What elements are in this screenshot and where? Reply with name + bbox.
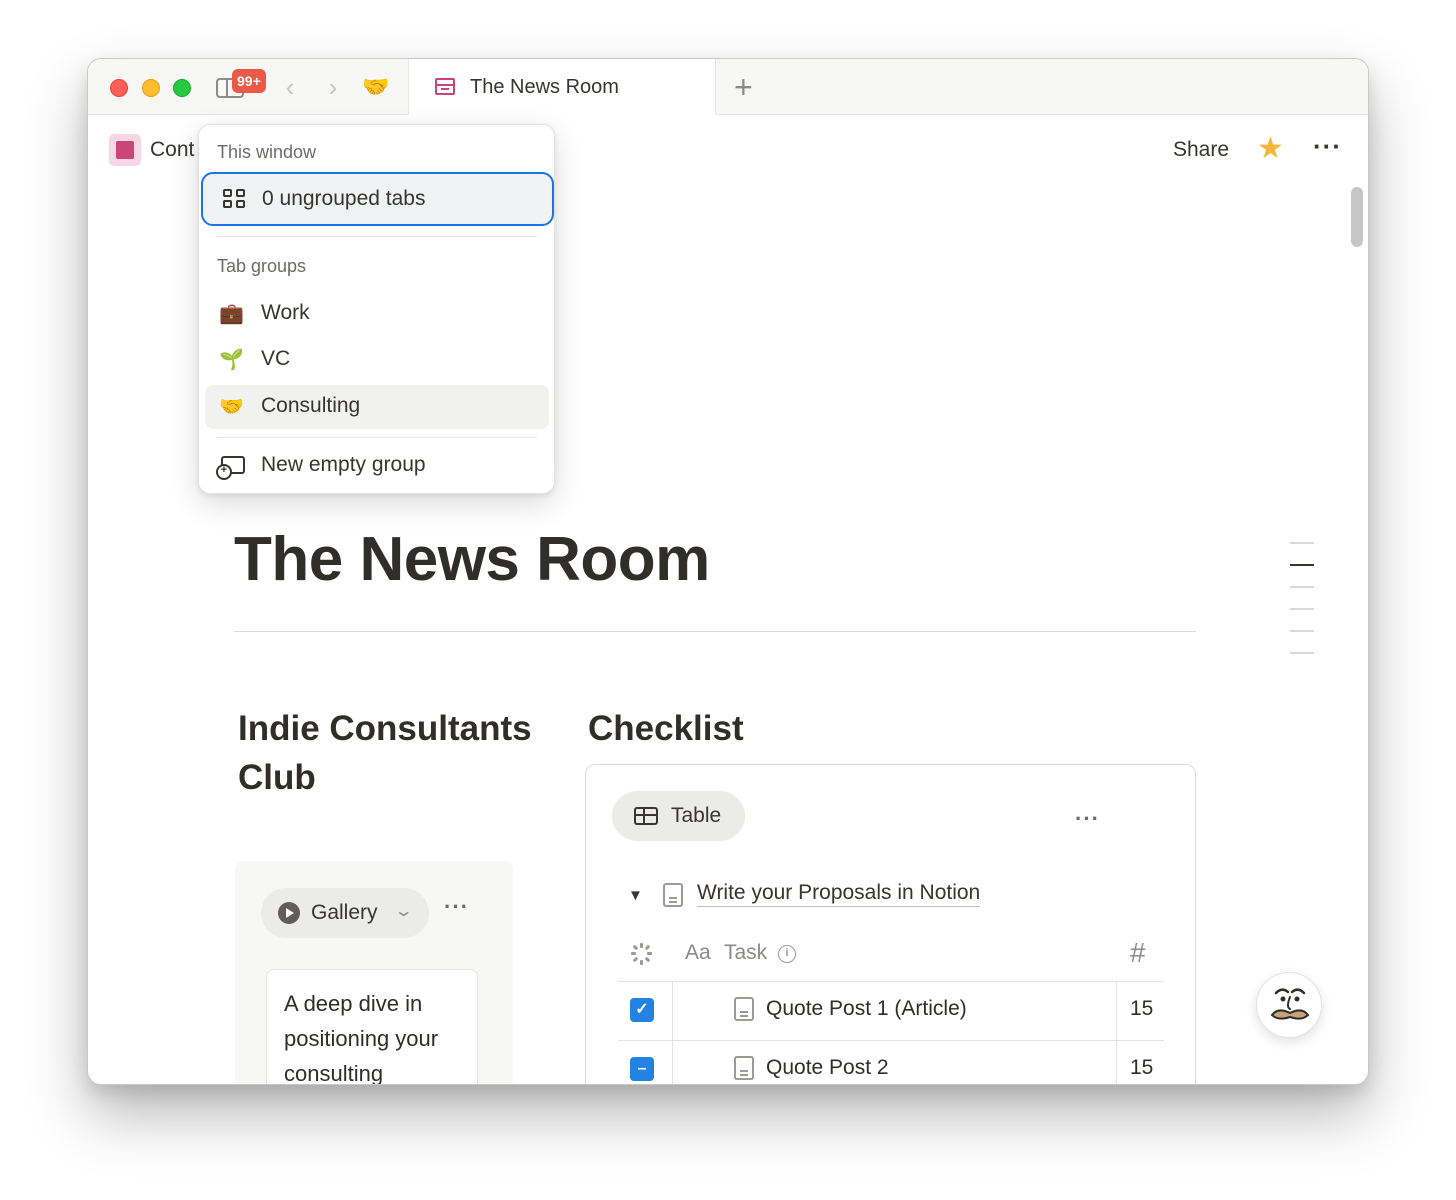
new-tab-plus-icon[interactable]: + [734, 71, 753, 103]
toc-line-active [1290, 564, 1314, 566]
checklist-database: Table ··· ▼ Write your Proposals in Noti… [585, 764, 1196, 1084]
tab-group-label: Consulting [261, 394, 361, 417]
indie-consultants-heading[interactable]: Indie Consultants Club [238, 704, 538, 802]
collapse-caret-icon[interactable]: ▼ [628, 887, 643, 904]
tab-groups-heading: Tab groups [217, 256, 307, 276]
toc-line [1290, 608, 1314, 610]
page-favicon-icon [435, 78, 455, 95]
favorite-star-icon[interactable]: ★ [1257, 131, 1284, 167]
tab-bar: 99+ ‹ › 🤝 The News Room + [88, 59, 1368, 115]
gallery-database: Gallery ⌄ ··· A deep dive in positioning… [235, 861, 513, 1085]
mustache-face-icon [1270, 988, 1310, 1020]
ungrouped-tabs-label: 0 ungrouped tabs [262, 187, 426, 210]
toc-line [1290, 652, 1314, 654]
forward-arrow-icon[interactable]: › [323, 73, 343, 101]
divider [618, 981, 1164, 982]
tab-groups-menu: This window 0 ungrouped tabs Tab groups … [198, 124, 555, 494]
group-title-link[interactable]: Write your Proposals in Notion [697, 881, 981, 907]
page-title[interactable]: The News Room [234, 524, 710, 595]
zoom-window-button[interactable] [173, 79, 191, 97]
help-avatar-button[interactable] [1256, 972, 1322, 1038]
checklist-heading[interactable]: Checklist [588, 704, 744, 753]
document-icon [734, 1056, 754, 1080]
row-checkbox-indeterminate[interactable]: – [630, 1057, 654, 1081]
back-arrow-icon[interactable]: ‹ [280, 73, 300, 101]
new-group-icon [216, 456, 245, 480]
grid-icon [223, 189, 247, 209]
table-row-title[interactable]: Quote Post 1 (Article) [766, 997, 967, 1021]
tab-the-news-room[interactable]: The News Room [408, 59, 716, 115]
tab-group-label: VC [261, 347, 291, 370]
table-view-icon [634, 807, 658, 825]
tab-count-badge: 99+ [232, 69, 266, 93]
scrollbar-thumb[interactable] [1351, 187, 1363, 247]
checklist-more-options-icon[interactable]: ··· [1075, 808, 1100, 830]
page-icon[interactable] [109, 134, 141, 166]
this-window-heading: This window [217, 142, 317, 162]
number-column-header[interactable]: # [1130, 937, 1146, 969]
tab-group-consulting-icon[interactable]: 🤝 [362, 74, 389, 100]
gallery-card-title: A deep dive in positioning your consulti… [284, 991, 439, 1085]
column-divider [672, 982, 673, 1084]
browser-window: 99+ ‹ › 🤝 The News Room + Cont Share ★ ·… [87, 58, 1369, 1085]
text-property-icon: Aa [685, 941, 711, 964]
new-empty-group-item[interactable]: New empty group [205, 444, 549, 488]
toc-line [1290, 586, 1314, 588]
info-icon[interactable]: i [778, 945, 796, 963]
status-loading-icon [631, 943, 653, 965]
table-row-number[interactable]: 15 [1130, 1056, 1153, 1080]
tab-group-vc[interactable]: 🌱 VC [205, 338, 549, 382]
ungrouped-tabs-item[interactable]: 0 ungrouped tabs [201, 172, 554, 226]
more-options-icon[interactable]: ··· [1313, 131, 1342, 161]
new-empty-group-label: New empty group [261, 453, 426, 476]
breadcrumb[interactable]: Cont [150, 138, 194, 162]
minimize-window-button[interactable] [142, 79, 160, 97]
share-button[interactable]: Share [1173, 138, 1229, 162]
tab-group-work[interactable]: 💼 Work [205, 292, 549, 336]
divider [618, 1040, 1164, 1041]
tab-group-label: Work [261, 301, 310, 324]
row-checkbox-checked[interactable]: ✓ [630, 998, 654, 1022]
tab-title: The News Room [470, 76, 619, 98]
gallery-card[interactable]: A deep dive in positioning your consulti… [266, 969, 478, 1085]
chevron-down-icon: ⌄ [393, 903, 414, 920]
gallery-view-label: Gallery [311, 901, 378, 924]
gallery-more-options-icon[interactable]: ··· [444, 896, 469, 918]
document-icon [734, 997, 754, 1021]
toc-line [1290, 542, 1314, 544]
menu-divider [217, 437, 537, 438]
tab-group-consulting[interactable]: 🤝 Consulting [205, 385, 549, 429]
document-icon [663, 883, 683, 907]
table-view-button[interactable]: Table [612, 791, 745, 841]
task-column-header[interactable]: Task [724, 941, 767, 965]
briefcase-icon: 💼 [219, 303, 244, 325]
gallery-view-icon [278, 902, 300, 924]
table-view-label: Table [671, 804, 722, 827]
table-row-number[interactable]: 15 [1130, 997, 1153, 1021]
gallery-view-button[interactable]: Gallery ⌄ [261, 888, 429, 938]
column-divider [1116, 982, 1117, 1084]
table-of-contents-indicator[interactable] [1290, 542, 1316, 674]
menu-divider [217, 236, 537, 237]
divider [234, 631, 1196, 632]
table-row-title[interactable]: Quote Post 2 [766, 1056, 889, 1080]
toc-line [1290, 630, 1314, 632]
close-window-button[interactable] [110, 79, 128, 97]
seedling-icon: 🌱 [219, 349, 244, 371]
handshake-icon: 🤝 [219, 396, 244, 418]
